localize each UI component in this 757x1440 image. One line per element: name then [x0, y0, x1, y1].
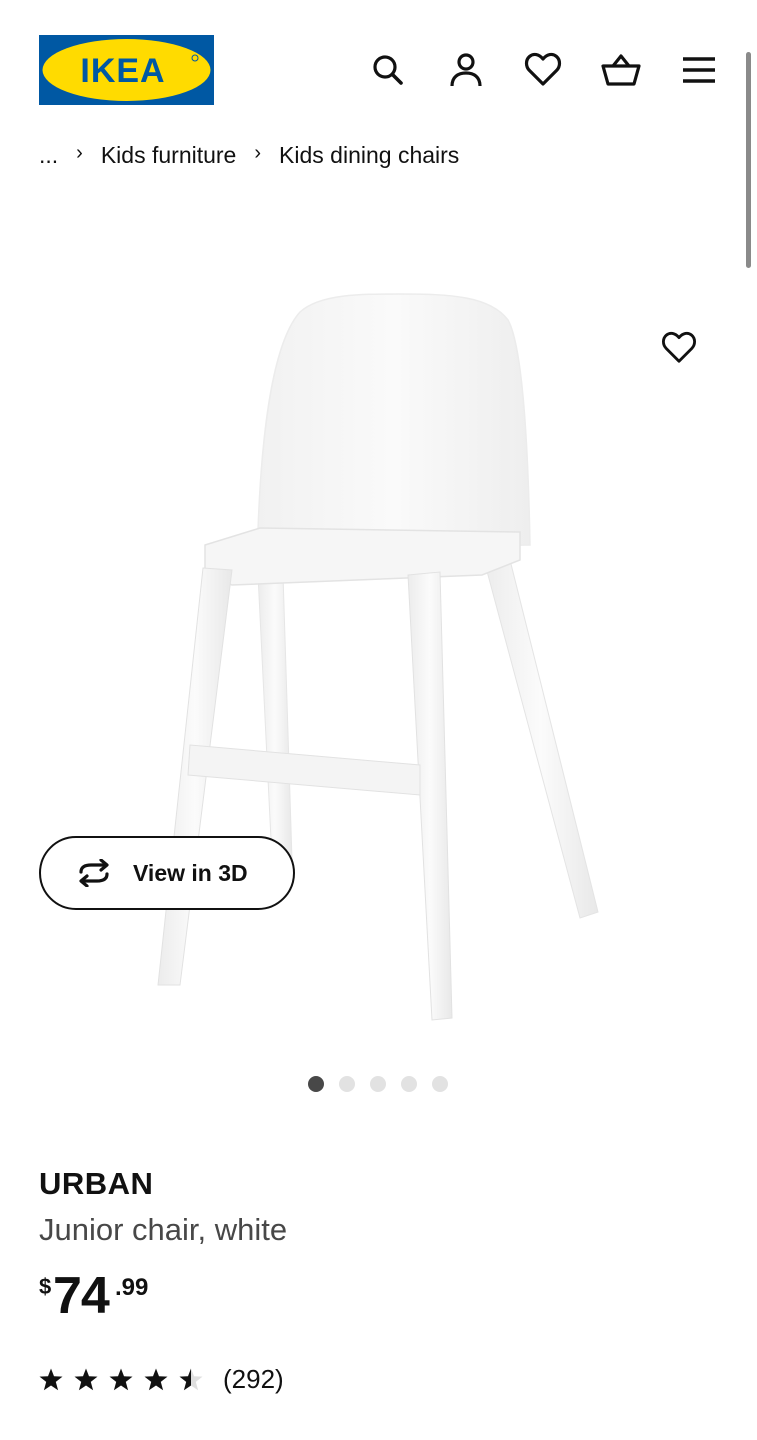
rating-stars	[39, 1368, 203, 1391]
account-icon	[450, 53, 482, 87]
search-button[interactable]	[366, 48, 410, 92]
product-image	[157, 293, 599, 1021]
favourites-button[interactable]	[521, 48, 565, 92]
breadcrumb-ellipsis[interactable]: ...	[39, 142, 58, 169]
price-currency: $	[39, 1274, 52, 1299]
review-count: (292)	[223, 1363, 284, 1394]
star-full-icon	[144, 1368, 168, 1390]
star-full-icon	[74, 1368, 98, 1390]
logo-text: IKEA	[80, 52, 165, 90]
gallery-dot-4[interactable]	[401, 1076, 417, 1092]
view-in-3d-button[interactable]: View in 3D	[39, 836, 295, 910]
star-full-icon	[39, 1368, 63, 1390]
account-button[interactable]	[444, 48, 488, 92]
view-in-3d-label: View in 3D	[133, 859, 248, 886]
heart-icon	[662, 331, 696, 363]
basket-button[interactable]	[599, 48, 643, 92]
ikea-logo[interactable]: IKEA	[39, 35, 214, 105]
search-icon	[373, 55, 403, 85]
ikea-logo-mark: IKEA	[39, 35, 214, 105]
chevron-right-icon: ›	[76, 141, 83, 164]
breadcrumb-kids-furniture[interactable]: Kids furniture	[101, 142, 237, 169]
menu-icon	[683, 57, 715, 83]
rotate-3d-icon	[79, 859, 109, 887]
heart-icon	[524, 52, 562, 86]
price-integer: 74	[53, 1267, 110, 1325]
menu-button[interactable]	[677, 48, 721, 92]
gallery-dot-1[interactable]	[308, 1076, 324, 1092]
gallery-pagination	[308, 1076, 448, 1092]
price-decimal: .99	[115, 1274, 149, 1301]
gallery-dot-3[interactable]	[370, 1076, 386, 1092]
star-full-icon	[109, 1368, 133, 1390]
product-gallery[interactable]: View in 3D	[0, 200, 757, 1050]
basket-icon	[601, 54, 641, 86]
breadcrumb: ... › Kids furniture › Kids dining chair…	[39, 140, 719, 170]
product-rating[interactable]: (292)	[39, 1362, 284, 1396]
product-description: Junior chair, white	[39, 1212, 288, 1247]
gallery-dot-5[interactable]	[432, 1076, 448, 1092]
site-header: IKEA	[0, 0, 757, 140]
gallery-dot-2[interactable]	[339, 1076, 355, 1092]
header-actions	[360, 48, 740, 92]
product-name: URBAN	[39, 1166, 154, 1201]
chevron-right-icon: ›	[254, 141, 262, 164]
breadcrumb-kids-dining-chairs[interactable]: Kids dining chairs	[279, 142, 459, 169]
star-half-icon	[179, 1368, 203, 1390]
add-to-favourites-button[interactable]	[656, 325, 702, 371]
product-page: IKEA ... › Kids furniture › Kids dining …	[0, 0, 757, 1440]
